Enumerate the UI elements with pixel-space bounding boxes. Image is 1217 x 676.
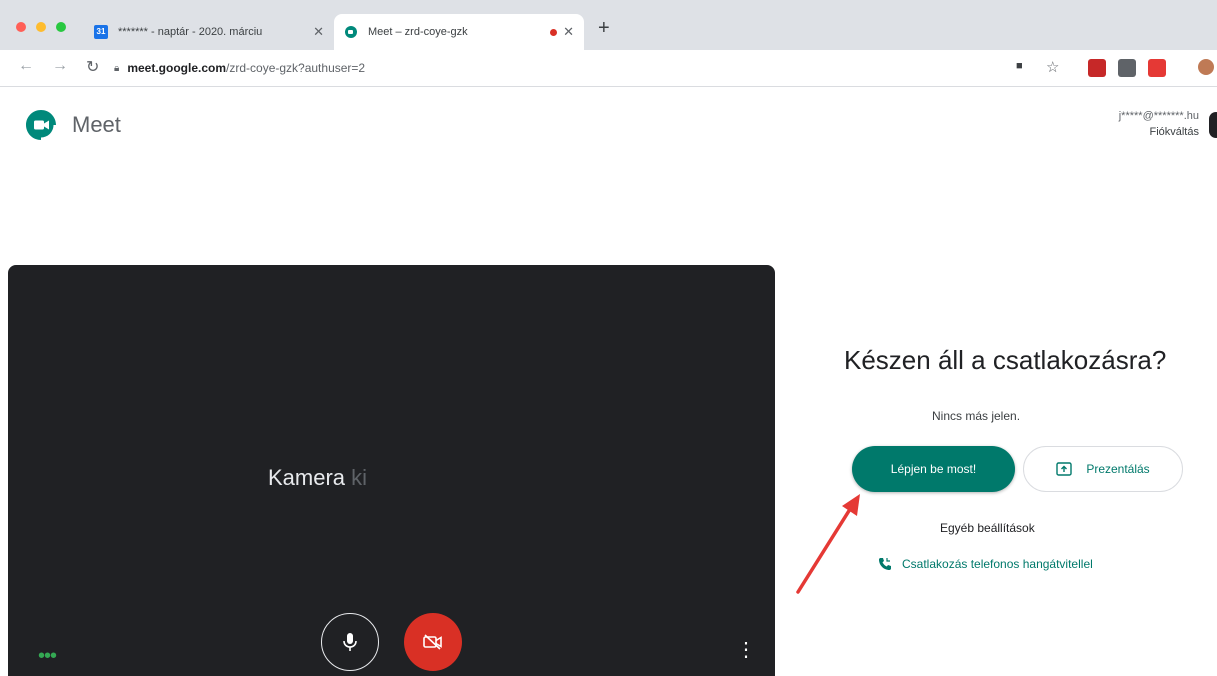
extension-icon[interactable] — [1148, 59, 1166, 77]
recording-dot-icon — [550, 28, 558, 36]
video-preview: Kamera ki ••• ⋮ — [8, 265, 775, 676]
participants-status: Nincs más jelen. — [932, 409, 1021, 423]
forward-icon[interactable]: → — [52, 57, 68, 75]
maximize-window-button[interactable] — [56, 22, 66, 32]
join-by-phone-link[interactable]: Csatlakozás telefonos hangátvitellel — [878, 557, 1093, 571]
camera-toggle-button[interactable] — [404, 613, 462, 671]
meet-icon — [345, 26, 357, 38]
close-window-button[interactable] — [16, 22, 26, 32]
present-screen-icon — [1056, 462, 1073, 476]
tab-title: Meet – zrd-coye-gzk — [368, 26, 468, 38]
new-tab-button[interactable]: + — [598, 17, 610, 40]
close-tab-icon[interactable]: ✕ — [313, 24, 324, 40]
back-icon[interactable]: ← — [18, 57, 34, 75]
browser-toolbar: ← → ↻ 🔒︎ meet.google.com/zrd-coye-gzk?au… — [0, 50, 1217, 87]
account-avatar[interactable] — [1209, 112, 1217, 138]
extension-icon[interactable] — [1088, 59, 1106, 77]
camera-status-text: Kamera ki — [268, 465, 368, 490]
join-by-phone-label: Csatlakozás telefonos hangátvitellel — [902, 557, 1093, 571]
phone-icon — [879, 558, 891, 570]
present-button[interactable]: Prezentálás — [1023, 446, 1183, 492]
url-path: /zrd-coye-gzk?authuser=2 — [226, 61, 366, 75]
account-email: j*****@*******.hu — [1118, 110, 1199, 122]
browser-tab-strip: 31 ******* - naptár - 2020. márciu ✕ Mee… — [0, 0, 1217, 50]
account-info: j*****@*******.hu Fiókváltás — [1119, 108, 1199, 140]
tab-meet[interactable]: Meet – zrd-coye-gzk ✕ — [334, 14, 584, 50]
calendar-icon: 31 — [94, 25, 108, 39]
camera-indicator-icon[interactable]: ■ — [1016, 60, 1023, 72]
meet-brand: Meet — [24, 108, 121, 142]
extension-icon[interactable] — [1118, 59, 1136, 77]
camera-off-icon — [423, 634, 442, 650]
url-host: meet.google.com — [127, 61, 227, 75]
join-now-button[interactable]: Lépjen be most! — [852, 446, 1015, 492]
lock-icon: 🔒︎ — [114, 62, 120, 74]
tab-calendar[interactable]: 31 ******* - naptár - 2020. márciu ✕ — [84, 14, 334, 50]
switch-account-link[interactable]: Fiókváltás — [1119, 124, 1199, 140]
minimize-window-button[interactable] — [36, 22, 46, 32]
present-button-label: Prezentálás — [1086, 462, 1150, 476]
close-tab-icon[interactable]: ✕ — [563, 24, 574, 40]
annotation-arrow-icon — [796, 494, 860, 594]
microphone-icon — [343, 633, 357, 651]
address-bar[interactable]: 🔒︎ meet.google.com/zrd-coye-gzk?authuser… — [114, 55, 994, 81]
visual-effects-icon[interactable]: ••• — [38, 645, 57, 668]
microphone-toggle-button[interactable] — [321, 613, 379, 671]
tab-title: ******* - naptár - 2020. márciu — [118, 26, 263, 38]
meet-logo-icon — [26, 110, 56, 140]
profile-avatar[interactable] — [1198, 59, 1214, 75]
other-options-label: Egyéb beállítások — [940, 521, 1035, 535]
more-options-icon[interactable]: ⋮ — [736, 637, 756, 662]
bookmark-star-icon[interactable]: ☆ — [1046, 58, 1059, 76]
reload-icon[interactable]: ↻ — [86, 57, 99, 77]
join-title: Készen áll a csatlakozásra? — [844, 345, 1167, 375]
app-name: Meet — [72, 112, 121, 137]
